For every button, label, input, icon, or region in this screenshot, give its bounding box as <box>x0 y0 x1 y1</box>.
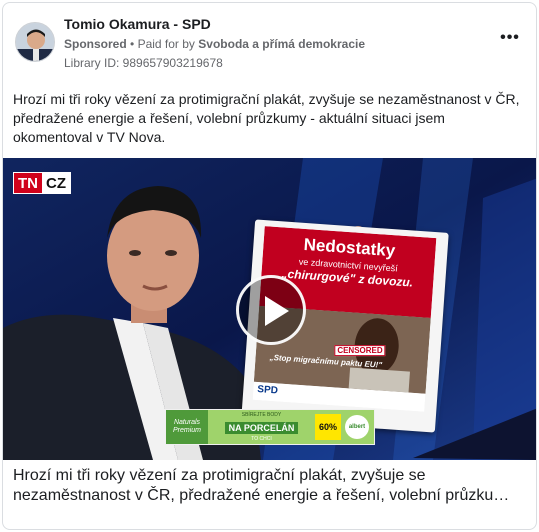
more-options-button[interactable]: ••• <box>500 30 520 47</box>
banner-brand: Naturals Premium <box>166 410 208 444</box>
poster-footer-logo: SPD <box>256 384 279 397</box>
play-button[interactable] <box>236 275 306 345</box>
banner-sub-text: TO CHCI <box>251 436 272 442</box>
sponsored-label: Sponsored <box>64 37 127 51</box>
caption-line-1: Hrozí mi tři roky vězení za protimigračn… <box>13 467 426 484</box>
meta-separator: • <box>130 37 135 51</box>
promo-banner: Naturals Premium SBÍREJTE BODY NA PORCEL… <box>165 409 375 445</box>
post-text: Hrozí mi tři roky vězení za protimigračn… <box>13 91 520 145</box>
ad-header: Tomio Okamura - SPD Sponsored • Paid for… <box>3 3 536 83</box>
library-id: Library ID: 989657903219678 <box>64 56 223 70</box>
more-horizontal-icon: ••• <box>500 29 520 46</box>
banner-main-text: NA PORCELÁN <box>224 422 299 434</box>
play-icon <box>265 296 289 326</box>
channel-logo: TN CZ <box>13 172 71 194</box>
caption-line-2: nezaměstnanost v ČR, předražené energie … <box>13 487 510 504</box>
banner-percent: 60% <box>315 414 341 440</box>
banner-small-text: SBÍREJTE BODY <box>241 412 282 418</box>
payer-name[interactable]: Svoboda a přímá demokracie <box>198 37 365 51</box>
video-player[interactable]: TN CZ Nedostatky ve zdravotnictví nevyře… <box>3 158 536 460</box>
channel-logo-tn: TN <box>14 173 42 193</box>
channel-logo-cz: CZ <box>42 173 70 193</box>
avatar[interactable] <box>15 22 55 62</box>
ad-card: Tomio Okamura - SPD Sponsored • Paid for… <box>2 2 537 530</box>
page-name[interactable]: Tomio Okamura - SPD <box>64 16 211 32</box>
avatar-image <box>16 23 54 61</box>
censored-stamp: CENSORED <box>334 345 386 357</box>
banner-store-logo: albert <box>345 415 369 439</box>
paid-for-prefix: Paid for by <box>137 37 195 51</box>
ad-meta: Sponsored • Paid for by Svoboda a přímá … <box>64 37 365 51</box>
video-caption[interactable]: Hrozí mi tři roky vězení za protimigračn… <box>13 466 528 506</box>
